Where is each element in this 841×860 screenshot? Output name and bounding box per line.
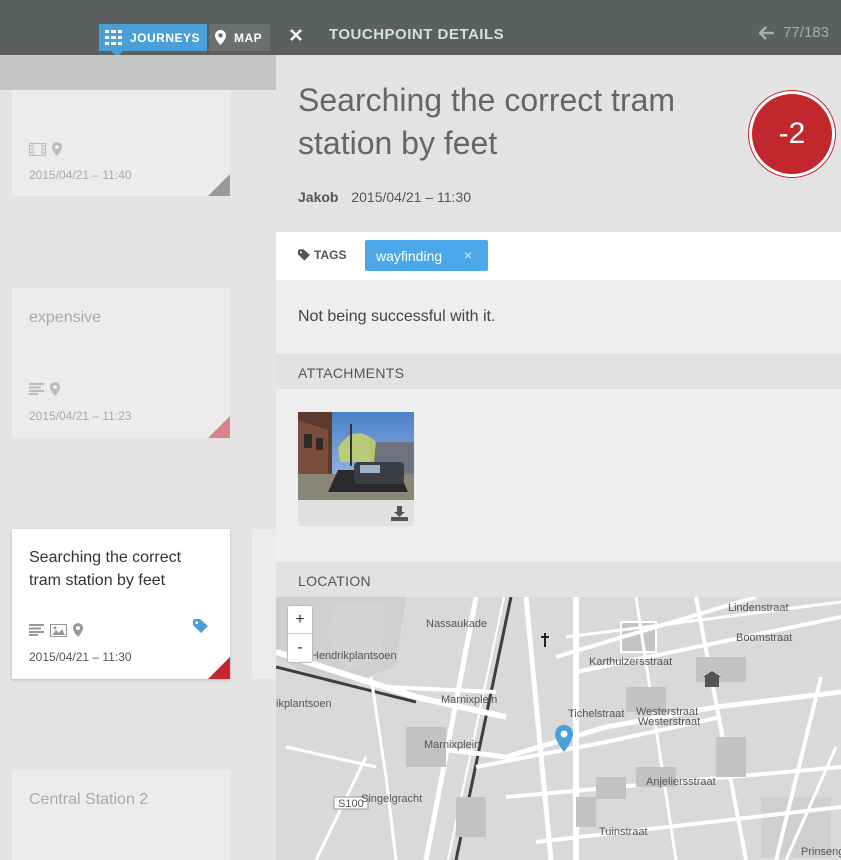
tag-icon <box>298 249 310 261</box>
app: JOURNEYS MAP 2015/04/21 – 11:40 expensiv… <box>0 0 841 860</box>
tag-chip-label: wayfinding <box>376 247 443 264</box>
touchpoint-details-panel: TOUCHPOINT DETAILS 77/183 Searching the … <box>276 0 841 860</box>
card-date: 2015/04/21 – 11:40 <box>29 168 132 182</box>
location-pin-icon <box>73 623 83 637</box>
text-lines-icon <box>29 624 44 636</box>
panel-title: TOUCHPOINT DETAILS <box>329 26 505 43</box>
touchpoint-card[interactable]: Central Station 2 <box>12 770 230 860</box>
score-badge: -2 <box>749 91 835 177</box>
card-rating-corner <box>208 174 230 196</box>
zoom-in-button[interactable]: + <box>288 606 312 634</box>
map-zoom-control: + - <box>287 605 313 663</box>
download-icon[interactable] <box>391 506 408 521</box>
panel-top-edge <box>276 0 841 14</box>
card-title: expensive <box>29 309 102 326</box>
grid-icon <box>105 30 122 45</box>
tag-icon[interactable] <box>193 619 208 633</box>
film-icon <box>29 142 46 156</box>
card-rating-corner <box>208 416 230 438</box>
touchpoint-header: Searching the correct tram station by fe… <box>276 55 841 232</box>
attachment-thumbnail[interactable] <box>298 412 414 526</box>
remove-tag-button[interactable]: × <box>464 247 472 263</box>
tags-label: TAGS <box>298 248 346 262</box>
card-title: Central Station 2 <box>29 791 149 808</box>
touchpoint-card[interactable]: expensive 2015/04/21 – 11:23 <box>12 288 230 438</box>
touchpoint-meta: Jakob 2015/04/21 – 11:30 <box>298 189 471 205</box>
touchpoint-card[interactable]: 2015/04/21 – 11:40 <box>12 90 230 196</box>
map-pin-icon <box>215 30 226 45</box>
location-map[interactable]: Lindenstraat Boomstraat Karthuizersstraa… <box>276 597 841 860</box>
location-header: LOCATION <box>276 562 841 597</box>
location-pin-icon <box>50 382 60 396</box>
attachments-header: ATTACHMENTS <box>276 354 841 389</box>
card-date: 2015/04/21 – 11:23 <box>29 409 132 423</box>
tag-chip[interactable]: wayfinding × <box>365 240 488 271</box>
tags-row: TAGS wayfinding × <box>276 232 841 280</box>
journeys-tab[interactable]: JOURNEYS <box>99 24 207 57</box>
journeys-tab-label: JOURNEYS <box>130 30 201 45</box>
touchpoint-title: Searching the correct tram station by fe… <box>298 82 676 161</box>
adjacent-card-edge[interactable] <box>252 529 276 679</box>
text-lines-icon <box>29 383 44 395</box>
sub-toolbar <box>0 55 276 90</box>
location-pin-icon <box>52 142 62 156</box>
pager: 77/183 <box>759 24 829 41</box>
arrow-left-icon[interactable] <box>759 25 775 40</box>
close-button[interactable] <box>276 14 316 55</box>
map-tab-label: MAP <box>234 30 263 45</box>
street-photo <box>298 412 414 500</box>
location-marker-icon[interactable] <box>555 725 573 752</box>
card-type-icons <box>29 142 62 156</box>
card-type-icons <box>29 623 83 637</box>
close-icon <box>290 28 302 41</box>
touchpoint-card-active[interactable]: Searching the correct tram station by fe… <box>12 529 230 679</box>
pager-count: 77/183 <box>783 24 829 41</box>
touchpoint-description[interactable]: Not being successful with it. <box>298 308 495 326</box>
image-icon <box>50 623 67 637</box>
zoom-out-button[interactable]: - <box>288 634 312 662</box>
panel-header: TOUCHPOINT DETAILS 77/183 <box>276 14 841 55</box>
card-rating-corner <box>208 657 230 679</box>
card-date: 2015/04/21 – 11:30 <box>29 650 132 664</box>
card-title: Searching the correct tram station by fe… <box>29 549 182 589</box>
tags-label-text: TAGS <box>314 248 347 262</box>
card-type-icons <box>29 382 60 396</box>
map-tab[interactable]: MAP <box>209 24 270 51</box>
author-name: Jakob <box>298 189 339 205</box>
touchpoint-timestamp: 2015/04/21 – 11:30 <box>351 189 471 205</box>
